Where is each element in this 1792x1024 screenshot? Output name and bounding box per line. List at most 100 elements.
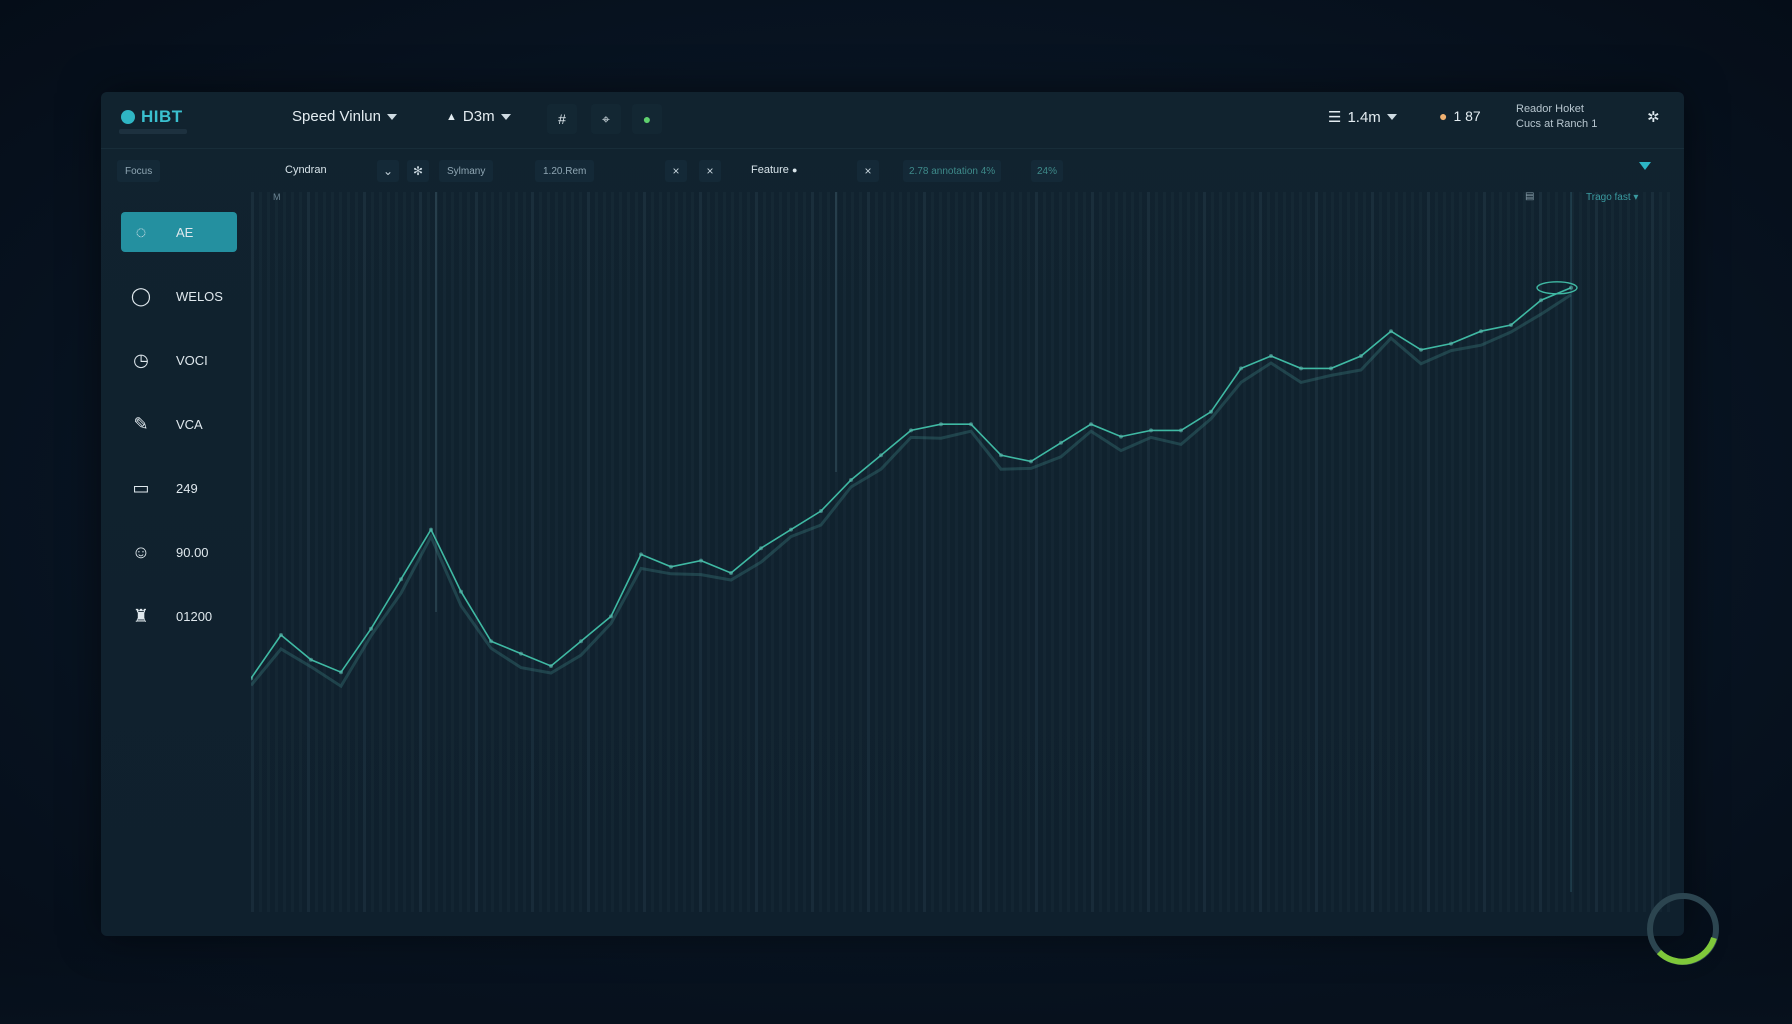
grid-stripe: [707, 192, 710, 912]
chart-mode-selector[interactable]: Trago fast ▾: [1586, 192, 1638, 203]
timeframe-selector[interactable]: ▲ D3m: [446, 108, 511, 125]
grid-stripe: [1291, 192, 1294, 912]
sidebar-item-5[interactable]: ☺ 90.00: [121, 532, 237, 572]
alerts-indicator[interactable]: ● 1 87: [1439, 108, 1481, 124]
grid-stripe: [339, 192, 342, 912]
workspace-selector[interactable]: Speed Vinlun: [292, 108, 397, 125]
clear-a-button[interactable]: ×: [665, 160, 687, 182]
grid-stripe: [1491, 192, 1494, 912]
symbol-selector[interactable]: Cyndran: [285, 164, 327, 176]
hash-button[interactable]: #: [547, 104, 577, 134]
grid-stripe: [1483, 192, 1486, 912]
grid-stripe: [1523, 192, 1526, 912]
grid-stripe: [1211, 192, 1214, 912]
sidebar-item-3[interactable]: ✎ VCA: [121, 404, 237, 444]
grid-stripe: [1139, 192, 1142, 912]
grid-stripe: [1419, 192, 1422, 912]
grid-stripe: [1507, 192, 1510, 912]
symbol-settings-button[interactable]: ✻: [407, 160, 429, 182]
data-point: [1359, 354, 1363, 358]
background-shade: [0, 934, 1792, 1024]
grid-stripe: [1595, 192, 1598, 912]
grid-stripe: [1091, 192, 1094, 912]
toolbar-dropdown-icon[interactable]: [1639, 162, 1651, 170]
data-point: [1059, 440, 1063, 445]
grid-stripe: [451, 192, 454, 912]
grid-stripe: [1099, 192, 1102, 912]
grid-stripe: [395, 192, 398, 912]
field-a-input[interactable]: Sylmany: [439, 160, 494, 182]
sidebar-item-2[interactable]: ◷ VOCI: [121, 340, 237, 380]
range-a-chip[interactable]: 2.78 annotation 4%: [903, 160, 1002, 182]
user-info[interactable]: Reador Hoket Cucs at Ranch 1: [1516, 102, 1597, 132]
grid-stripe: [1395, 192, 1398, 912]
range-a-value: 2.78 annotation 4%: [909, 165, 996, 177]
range-b-chip[interactable]: 24%: [1031, 160, 1064, 182]
feature-toggle[interactable]: Feature ●: [751, 164, 797, 176]
flame-icon: ▲: [446, 110, 457, 123]
grid-stripe: [763, 192, 766, 912]
grid-stripe: [1475, 192, 1478, 912]
sidebar-item-0[interactable]: ◌ AE: [121, 212, 237, 252]
workspace-label: Speed Vinlun: [292, 108, 381, 125]
grid-stripe: [1251, 192, 1254, 912]
clear-feature-button[interactable]: ×: [857, 160, 879, 182]
grid-stripe: [283, 192, 286, 912]
grid-stripe: [1179, 192, 1182, 912]
symbol-dropdown-button[interactable]: ⌄: [377, 160, 399, 182]
data-point: [1149, 428, 1153, 433]
zoom-selector[interactable]: ☰ 1.4m: [1328, 108, 1397, 126]
grid-stripe: [331, 192, 334, 912]
grid-stripe: [907, 192, 910, 912]
grid-stripe: [1659, 192, 1662, 912]
grid-stripe: [939, 192, 942, 912]
grid-stripe: [539, 192, 542, 912]
grid-stripe: [1035, 192, 1038, 912]
sidebar-item-4[interactable]: ▭ 249: [121, 468, 237, 508]
grid-stripe: [1283, 192, 1286, 912]
clear-b-button[interactable]: ×: [699, 160, 721, 182]
grid-stripe: [1003, 192, 1006, 912]
pin-icon: ⌖: [602, 110, 610, 127]
clock-icon: ◷: [133, 349, 149, 370]
grid-stripe: [1499, 192, 1502, 912]
data-point: [1449, 341, 1453, 346]
grid-stripe: [1243, 192, 1246, 912]
grid-stripe: [1443, 192, 1446, 912]
cycle-icon: ◌: [135, 221, 147, 242]
filter-chip[interactable]: Focus: [117, 160, 161, 182]
grid-stripe: [1347, 192, 1350, 912]
chart-area[interactable]: [251, 192, 1671, 912]
grid-stripe: [475, 192, 478, 912]
grid-stripe: [1299, 192, 1302, 912]
pin-button[interactable]: ⌖: [591, 104, 621, 134]
grid-stripe: [1107, 192, 1110, 912]
sidebar-item-1[interactable]: ◯ WELOS: [121, 276, 237, 316]
sidebar-item-label: VCA: [176, 416, 203, 432]
chart-grid-icon[interactable]: ▤: [1525, 191, 1534, 202]
data-point: [369, 626, 373, 631]
pencil-icon: ✎: [133, 413, 149, 434]
card-icon: ▭: [132, 477, 150, 498]
progress-ring-icon[interactable]: [1644, 890, 1722, 968]
bell-icon: ●: [1439, 108, 1448, 124]
symbol-label: Cyndran: [285, 164, 327, 176]
field-a-value: Sylmany: [447, 165, 486, 177]
brand[interactable]: HIBT: [121, 107, 183, 127]
grid-stripe: [251, 192, 254, 912]
grid-stripe: [371, 192, 374, 912]
chat-bubble-icon: ◯: [130, 285, 152, 306]
data-point: [1119, 434, 1123, 439]
grid-stripe: [859, 192, 862, 912]
data-point: [1419, 347, 1423, 352]
grid-stripe: [1259, 192, 1262, 912]
location-button[interactable]: ●: [632, 104, 662, 134]
settings-button[interactable]: ✲: [1647, 108, 1660, 126]
filter-label: Focus: [125, 165, 153, 177]
grid-stripe: [803, 192, 806, 912]
field-b-input[interactable]: 1.20.Rem: [535, 160, 595, 182]
grid-stripe: [1635, 192, 1638, 912]
data-point: [519, 651, 523, 656]
sidebar-item-6[interactable]: ♜ 01200: [121, 596, 237, 636]
app-window: HIBT Speed Vinlun ▲ D3m # ⌖ ● ☰ 1.4m ● 1…: [101, 92, 1684, 936]
